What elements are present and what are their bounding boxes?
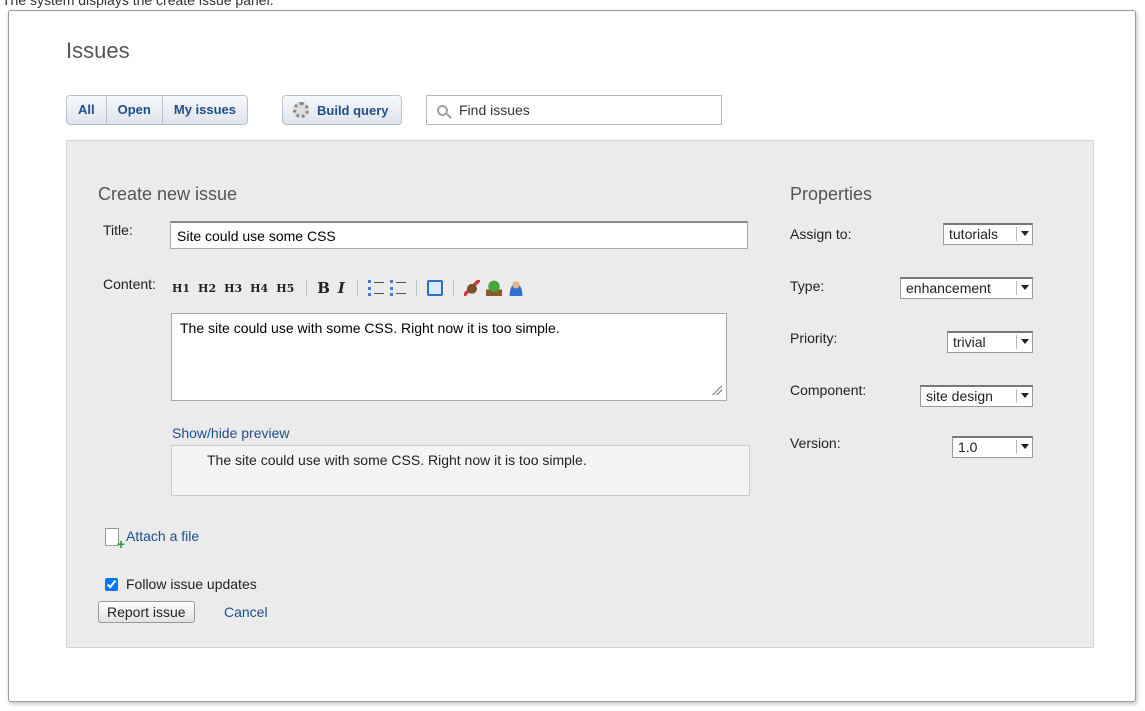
dropdown-arrow-icon (1016, 335, 1029, 349)
toolbar-divider (415, 280, 417, 296)
toolbar-divider (356, 280, 358, 296)
cancel-link[interactable]: Cancel (224, 604, 268, 620)
priority-select[interactable]: trivial (947, 331, 1033, 353)
version-label: Version: (790, 435, 841, 451)
content-label: Content: (103, 276, 156, 292)
priority-value: trivial (953, 334, 986, 350)
caption: The system displays the create issue pan… (2, 0, 274, 8)
toolbar-divider (452, 280, 454, 296)
type-value: enhancement (906, 280, 991, 296)
component-value: site design (926, 388, 993, 404)
title-label: Title: (103, 222, 133, 238)
h2-button[interactable]: H2 (198, 282, 216, 295)
search-icon (437, 104, 448, 116)
italic-button[interactable]: I (338, 279, 345, 297)
h4-button[interactable]: H4 (250, 282, 268, 295)
report-issue-button[interactable]: Report issue (98, 601, 195, 623)
attach-file-link[interactable]: Attach a file (126, 528, 199, 544)
issue-filter-group: All Open My issues (66, 95, 249, 125)
file-add-icon[interactable] (105, 528, 125, 551)
resize-handle[interactable] (712, 385, 722, 395)
component-select[interactable]: site design (920, 385, 1033, 407)
preview-text: The site could use with some CSS. Right … (207, 452, 587, 468)
preview-box: The site could use with some CSS. Right … (171, 445, 750, 496)
h5-button[interactable]: H5 (276, 282, 294, 295)
preview-toggle-link[interactable]: Show/hide preview (172, 425, 290, 441)
editor-toolbar: H1 H2 H3 H4 H5 B I (172, 278, 530, 298)
unordered-list-icon[interactable] (367, 280, 384, 296)
content-textarea[interactable]: The site could use with some CSS. Right … (171, 313, 727, 401)
title-input[interactable] (170, 221, 748, 249)
build-query-button[interactable]: Build query (282, 95, 402, 125)
dropdown-arrow-icon (1016, 281, 1029, 295)
follow-updates-checkbox[interactable] (105, 577, 118, 591)
build-query-label: Build query (317, 102, 389, 118)
version-value: 1.0 (958, 439, 978, 455)
filter-all-button[interactable]: All (67, 96, 107, 124)
assign-value: tutorials (949, 226, 999, 242)
h1-button[interactable]: H1 (172, 282, 190, 295)
bug-icon[interactable] (463, 280, 480, 296)
follow-updates-label: Follow issue updates (126, 576, 257, 592)
toolbar-divider (306, 280, 308, 296)
h3-button[interactable]: H3 (224, 282, 242, 295)
type-select[interactable]: enhancement (900, 277, 1033, 299)
dropdown-arrow-icon (1016, 440, 1029, 454)
gear-icon (293, 102, 309, 118)
filter-my-issues-button[interactable]: My issues (163, 96, 247, 124)
bold-button[interactable]: B (317, 279, 330, 297)
priority-label: Priority: (790, 330, 838, 346)
type-label: Type: (790, 278, 825, 294)
search-input[interactable] (457, 101, 701, 119)
component-label: Component: (790, 382, 867, 398)
follow-updates-option[interactable]: Follow issue updates (105, 576, 257, 592)
ordered-list-icon[interactable] (389, 280, 406, 296)
assign-select[interactable]: tutorials (943, 223, 1033, 245)
user-icon[interactable] (507, 280, 524, 296)
assign-label: Assign to: (790, 226, 852, 242)
search-box (426, 95, 722, 125)
properties-heading: Properties (790, 184, 873, 204)
dropdown-arrow-icon (1016, 227, 1029, 241)
version-select[interactable]: 1.0 (952, 436, 1033, 458)
page-title: Issues (66, 38, 130, 63)
link-icon[interactable] (426, 280, 443, 296)
dropdown-arrow-icon (1016, 389, 1029, 403)
filter-open-button[interactable]: Open (107, 96, 163, 124)
create-issue-heading: Create new issue (98, 184, 238, 204)
plant-icon[interactable] (485, 280, 502, 296)
